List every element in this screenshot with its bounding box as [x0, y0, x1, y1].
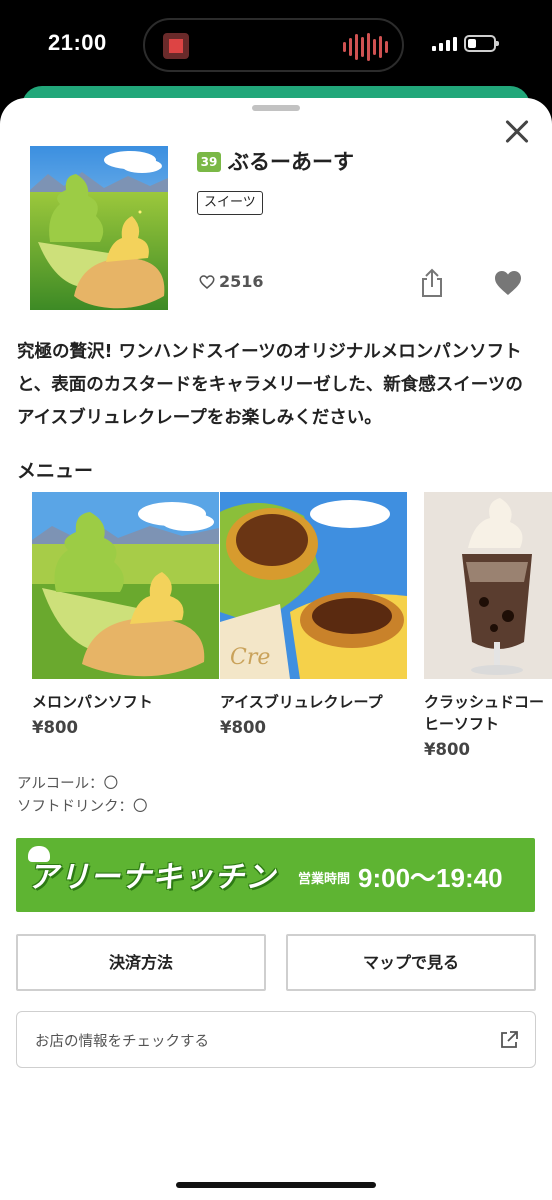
shop-detail-sheet: 39 ぶるーあーす スイーツ 2516 究極の贅沢! ワンハンドスイーツのオリジ…: [0, 98, 552, 1200]
audio-waveform-icon: [343, 32, 388, 62]
payment-method-button[interactable]: 決済方法: [16, 934, 266, 991]
likes-count: 2516: [219, 272, 264, 291]
heart-outline-icon: [199, 274, 215, 289]
shop-description: 究極の贅沢! ワンハンドスイーツのオリジナルメロンパンソフトと、表面のカスタード…: [17, 342, 523, 428]
category-tag: スイーツ: [197, 191, 263, 215]
home-indicator[interactable]: [176, 1182, 376, 1188]
alcohol-availability: アルコール：〇: [17, 776, 119, 792]
status-bar: 21:00: [0, 0, 552, 92]
shop-number-badge: 39: [197, 152, 221, 172]
shop-name: ぶるーあーす: [228, 150, 354, 174]
menu-item[interactable]: クラッシュドコーヒーソフト ¥800: [424, 492, 552, 759]
external-link-icon: [501, 1031, 518, 1048]
menu-heading: メニュー: [17, 460, 94, 482]
menu-item-image: Cre: [220, 492, 407, 679]
favorite-heart-icon[interactable]: [494, 270, 522, 296]
sheet-grabber[interactable]: [252, 105, 300, 111]
menu-item-name: メロンパンソフト: [32, 693, 153, 711]
close-icon[interactable]: [500, 114, 536, 150]
menu-item-name: アイスブリュレクレープ: [220, 693, 383, 711]
menu-item-image: [424, 492, 552, 679]
soft-drink-availability: ソフトドリンク：〇: [17, 799, 148, 815]
menu-item-price: ¥800: [32, 718, 78, 737]
likes-counter: 2516: [198, 272, 264, 291]
shop-info-link[interactable]: お店の情報をチェックする: [16, 1011, 536, 1068]
menu-item-name: クラッシュドコーヒーソフト: [424, 693, 545, 733]
menu-item[interactable]: メロンパンソフト ¥800: [32, 492, 219, 737]
menu-item-price: ¥800: [220, 718, 266, 737]
svg-text:Cre: Cre: [230, 645, 270, 670]
shop-info-link-label: お店の情報をチェックする: [35, 1034, 209, 1050]
share-icon[interactable]: [418, 268, 446, 298]
venue-hours-banner: アリーナキッチン 営業時間 9:00〜19:40: [16, 838, 535, 912]
hours-value: 9:00〜19:40: [358, 863, 503, 893]
shop-image: [30, 146, 168, 310]
hours-label: 営業時間: [298, 872, 351, 887]
signal-icon: [432, 37, 457, 51]
menu-item-price: ¥800: [424, 740, 470, 759]
now-playing-artwork: [163, 33, 189, 59]
menu-item-image: [32, 492, 219, 679]
menu-item[interactable]: Cre アイスブリュレクレープ ¥800: [220, 492, 407, 737]
dynamic-island[interactable]: [143, 18, 404, 72]
status-time: 21:00: [48, 30, 107, 55]
battery-icon: [464, 35, 499, 52]
view-map-button[interactable]: マップで見る: [286, 934, 536, 991]
venue-logo: アリーナキッチン: [28, 860, 276, 895]
